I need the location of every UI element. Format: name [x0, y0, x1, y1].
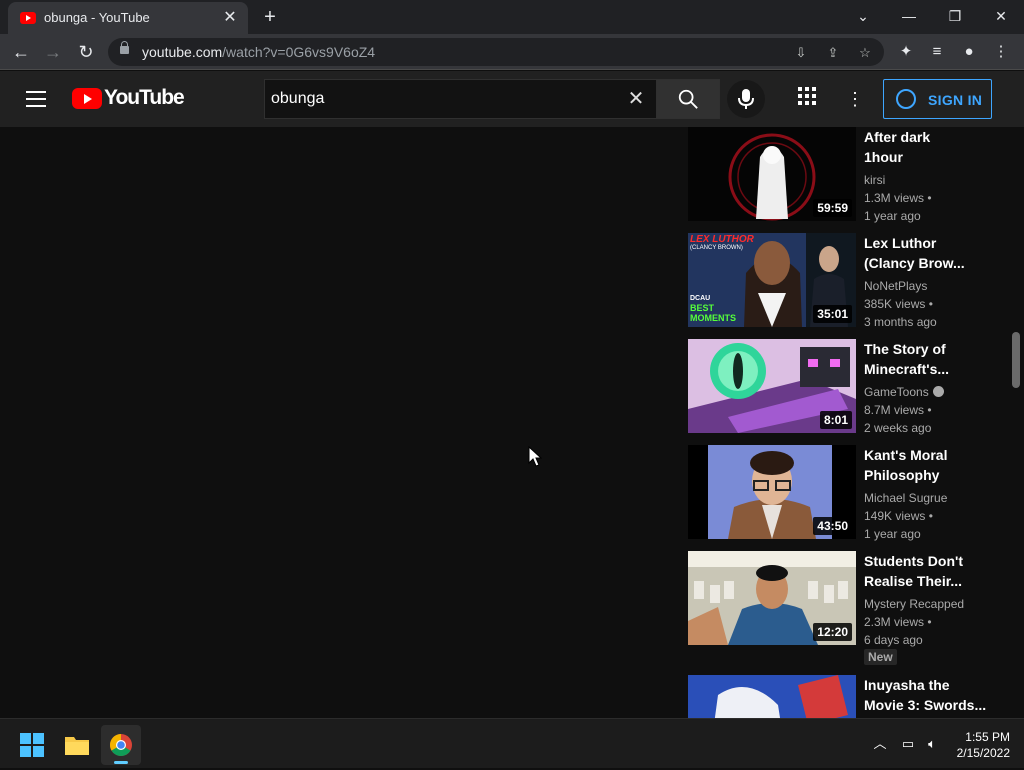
media-control-icon[interactable]: ≡ — [925, 40, 949, 64]
browser-toolbar: ← → ↻ youtube.com/watch?v=0G6vs9V6oZ4 ⇩ … — [0, 34, 1024, 70]
youtube-logo-icon[interactable] — [72, 88, 102, 109]
thumbnail-text: DCAU — [690, 295, 711, 302]
view-count: 385K views • — [864, 297, 933, 311]
upload-age: 2 weeks ago — [864, 421, 932, 435]
back-arrow-icon[interactable]: ← — [8, 39, 34, 65]
search-icon — [678, 89, 698, 109]
video-thumbnail[interactable] — [688, 675, 856, 718]
tray-chevron-up-icon[interactable]: ︿ — [871, 735, 889, 753]
windows-start-icon[interactable] — [12, 725, 52, 765]
clear-search-icon[interactable]: ✕ — [626, 88, 646, 110]
video-thumbnail[interactable]: 43:50 — [688, 445, 856, 539]
video-duration: 35:01 — [813, 305, 852, 323]
video-title[interactable]: Lex Luthor (Clancy Brow... — [864, 233, 992, 273]
tab-title: obunga - YouTube — [44, 10, 150, 25]
thumbnail-text: (CLANCY BROWN) — [690, 245, 743, 251]
upload-age: 1 year ago — [864, 527, 921, 541]
youtube-favicon-icon — [20, 12, 36, 24]
reload-icon[interactable]: ↻ — [73, 39, 99, 65]
sign-in-button[interactable]: SIGN IN — [883, 79, 992, 119]
view-count: 1.3M views • — [864, 191, 932, 205]
browser-tab[interactable]: obunga - YouTube ✕ — [8, 2, 248, 34]
list-item[interactable]: 12:20 Students Don't Realise Their... Mys… — [688, 551, 1008, 647]
recommendations-list: 59:59 After dark 1hour kirsi 1.3M views •… — [688, 127, 1008, 718]
share-icon[interactable]: ⇪ — [823, 43, 843, 63]
list-item[interactable]: 59:59 After dark 1hour kirsi 1.3M views •… — [688, 127, 1008, 223]
volume-icon[interactable]: 🔈︎ — [923, 735, 941, 753]
video-duration: 59:59 — [813, 199, 852, 217]
channel-name[interactable]: Michael Sugrue — [864, 489, 947, 507]
lock-icon[interactable] — [120, 41, 129, 54]
chrome-menu-icon[interactable]: ⋮ — [989, 40, 1013, 64]
video-duration: 8:01 — [819, 411, 852, 429]
voice-search-button[interactable] — [727, 80, 765, 118]
install-app-icon[interactable]: ⇩ — [791, 43, 811, 63]
chrome-taskbar-icon[interactable] — [101, 725, 141, 765]
apps-grid-icon[interactable] — [795, 87, 819, 111]
account-circle-icon — [896, 89, 916, 109]
hamburger-menu-icon[interactable] — [26, 91, 46, 107]
video-player-area[interactable] — [0, 127, 672, 718]
list-item[interactable]: LEX LUTHOR (CLANCY BROWN) DCAU BEST MOME… — [688, 233, 1008, 329]
extensions-puzzle-icon[interactable]: ✦ — [894, 40, 918, 64]
thumbnail-text: MOMENTS — [690, 313, 736, 323]
view-count: 149K views • — [864, 509, 933, 523]
channel-name[interactable]: NoNetPlays — [864, 277, 927, 295]
channel-name[interactable]: kirsi — [864, 171, 885, 189]
video-thumbnail[interactable]: LEX LUTHOR (CLANCY BROWN) DCAU BEST MOME… — [688, 233, 856, 327]
channel-name[interactable]: Mystery Recapped — [864, 595, 964, 613]
video-title[interactable]: Inuyasha the Movie 3: Swords... — [864, 675, 992, 715]
thumbnail-text: BEST — [690, 303, 715, 313]
network-icon[interactable]: ▭ — [899, 735, 917, 753]
thumbnail-text: LEX LUTHOR — [690, 234, 754, 245]
video-title[interactable]: The Story of Minecraft's... — [864, 339, 992, 379]
tab-close-icon[interactable]: ✕ — [220, 8, 240, 28]
url-text: youtube.com/watch?v=0G6vs9V6oZ4 — [142, 44, 376, 60]
bookmark-star-icon[interactable]: ☆ — [855, 43, 875, 63]
thumbnail-art-inuyasha — [688, 675, 856, 718]
taskbar-clock[interactable]: 1:55 PM 2/15/2022 — [954, 729, 1010, 761]
address-bar[interactable]: youtube.com/watch?v=0G6vs9V6oZ4 ⇩ ⇪ ☆ — [108, 38, 884, 66]
browser-tab-strip: obunga - YouTube ✕ + ⌄ — ❐ ✕ — [0, 0, 1024, 34]
youtube-masthead: YouTube obunga ✕ ⋮ SIGN IN — [0, 71, 1024, 127]
video-title[interactable]: Students Don't Realise Their... — [864, 551, 992, 591]
view-count: 2.3M views • — [864, 615, 932, 629]
profile-icon[interactable]: ● — [957, 40, 981, 64]
sign-in-label: SIGN IN — [928, 92, 983, 108]
file-explorer-icon[interactable] — [57, 725, 97, 765]
video-title[interactable]: After dark 1hour — [864, 127, 992, 167]
forward-arrow-icon[interactable]: → — [40, 39, 66, 65]
new-tab-button[interactable]: + — [258, 5, 282, 29]
windows-taskbar: ︿ ▭ 🔈︎ 1:55 PM 2/15/2022 — [0, 718, 1024, 768]
upload-age: 1 year ago — [864, 209, 921, 223]
list-item[interactable]: 8:01 The Story of Minecraft's... GameToon… — [688, 339, 1008, 435]
search-button[interactable] — [656, 79, 720, 119]
youtube-logo-text[interactable]: YouTube — [104, 86, 185, 110]
microphone-icon — [738, 89, 754, 109]
video-duration: 43:50 — [813, 517, 852, 535]
page-scrollbar-thumb[interactable] — [1012, 332, 1020, 388]
video-title[interactable]: Kant's Moral Philosophy — [864, 445, 992, 485]
list-item[interactable]: 43:50 Kant's Moral Philosophy Michael Sug… — [688, 445, 1008, 541]
restore-button[interactable]: ❐ — [932, 0, 978, 32]
window-close-button[interactable]: ✕ — [978, 0, 1024, 32]
video-thumbnail[interactable]: 59:59 — [688, 127, 856, 221]
tab-search-chevron-icon[interactable]: ⌄ — [840, 0, 886, 32]
new-badge: New — [864, 649, 897, 665]
active-app-indicator — [114, 761, 128, 764]
minimize-button[interactable]: — — [886, 0, 932, 32]
upload-age: 3 months ago — [864, 315, 937, 329]
search-input-value[interactable]: obunga — [271, 90, 324, 108]
channel-name[interactable]: GameToons — [864, 383, 944, 401]
video-thumbnail[interactable]: 8:01 — [688, 339, 856, 433]
video-thumbnail[interactable]: 12:20 — [688, 551, 856, 645]
verified-check-icon — [932, 386, 944, 397]
video-duration: 12:20 — [813, 623, 852, 641]
mouse-cursor-icon — [528, 446, 542, 467]
search-input[interactable]: obunga ✕ — [264, 79, 656, 119]
list-item[interactable]: Inuyasha the Movie 3: Swords... — [688, 675, 1008, 718]
view-count: 8.7M views • — [864, 403, 932, 417]
upload-age: 6 days ago — [864, 633, 923, 647]
settings-more-icon[interactable]: ⋮ — [843, 87, 867, 111]
